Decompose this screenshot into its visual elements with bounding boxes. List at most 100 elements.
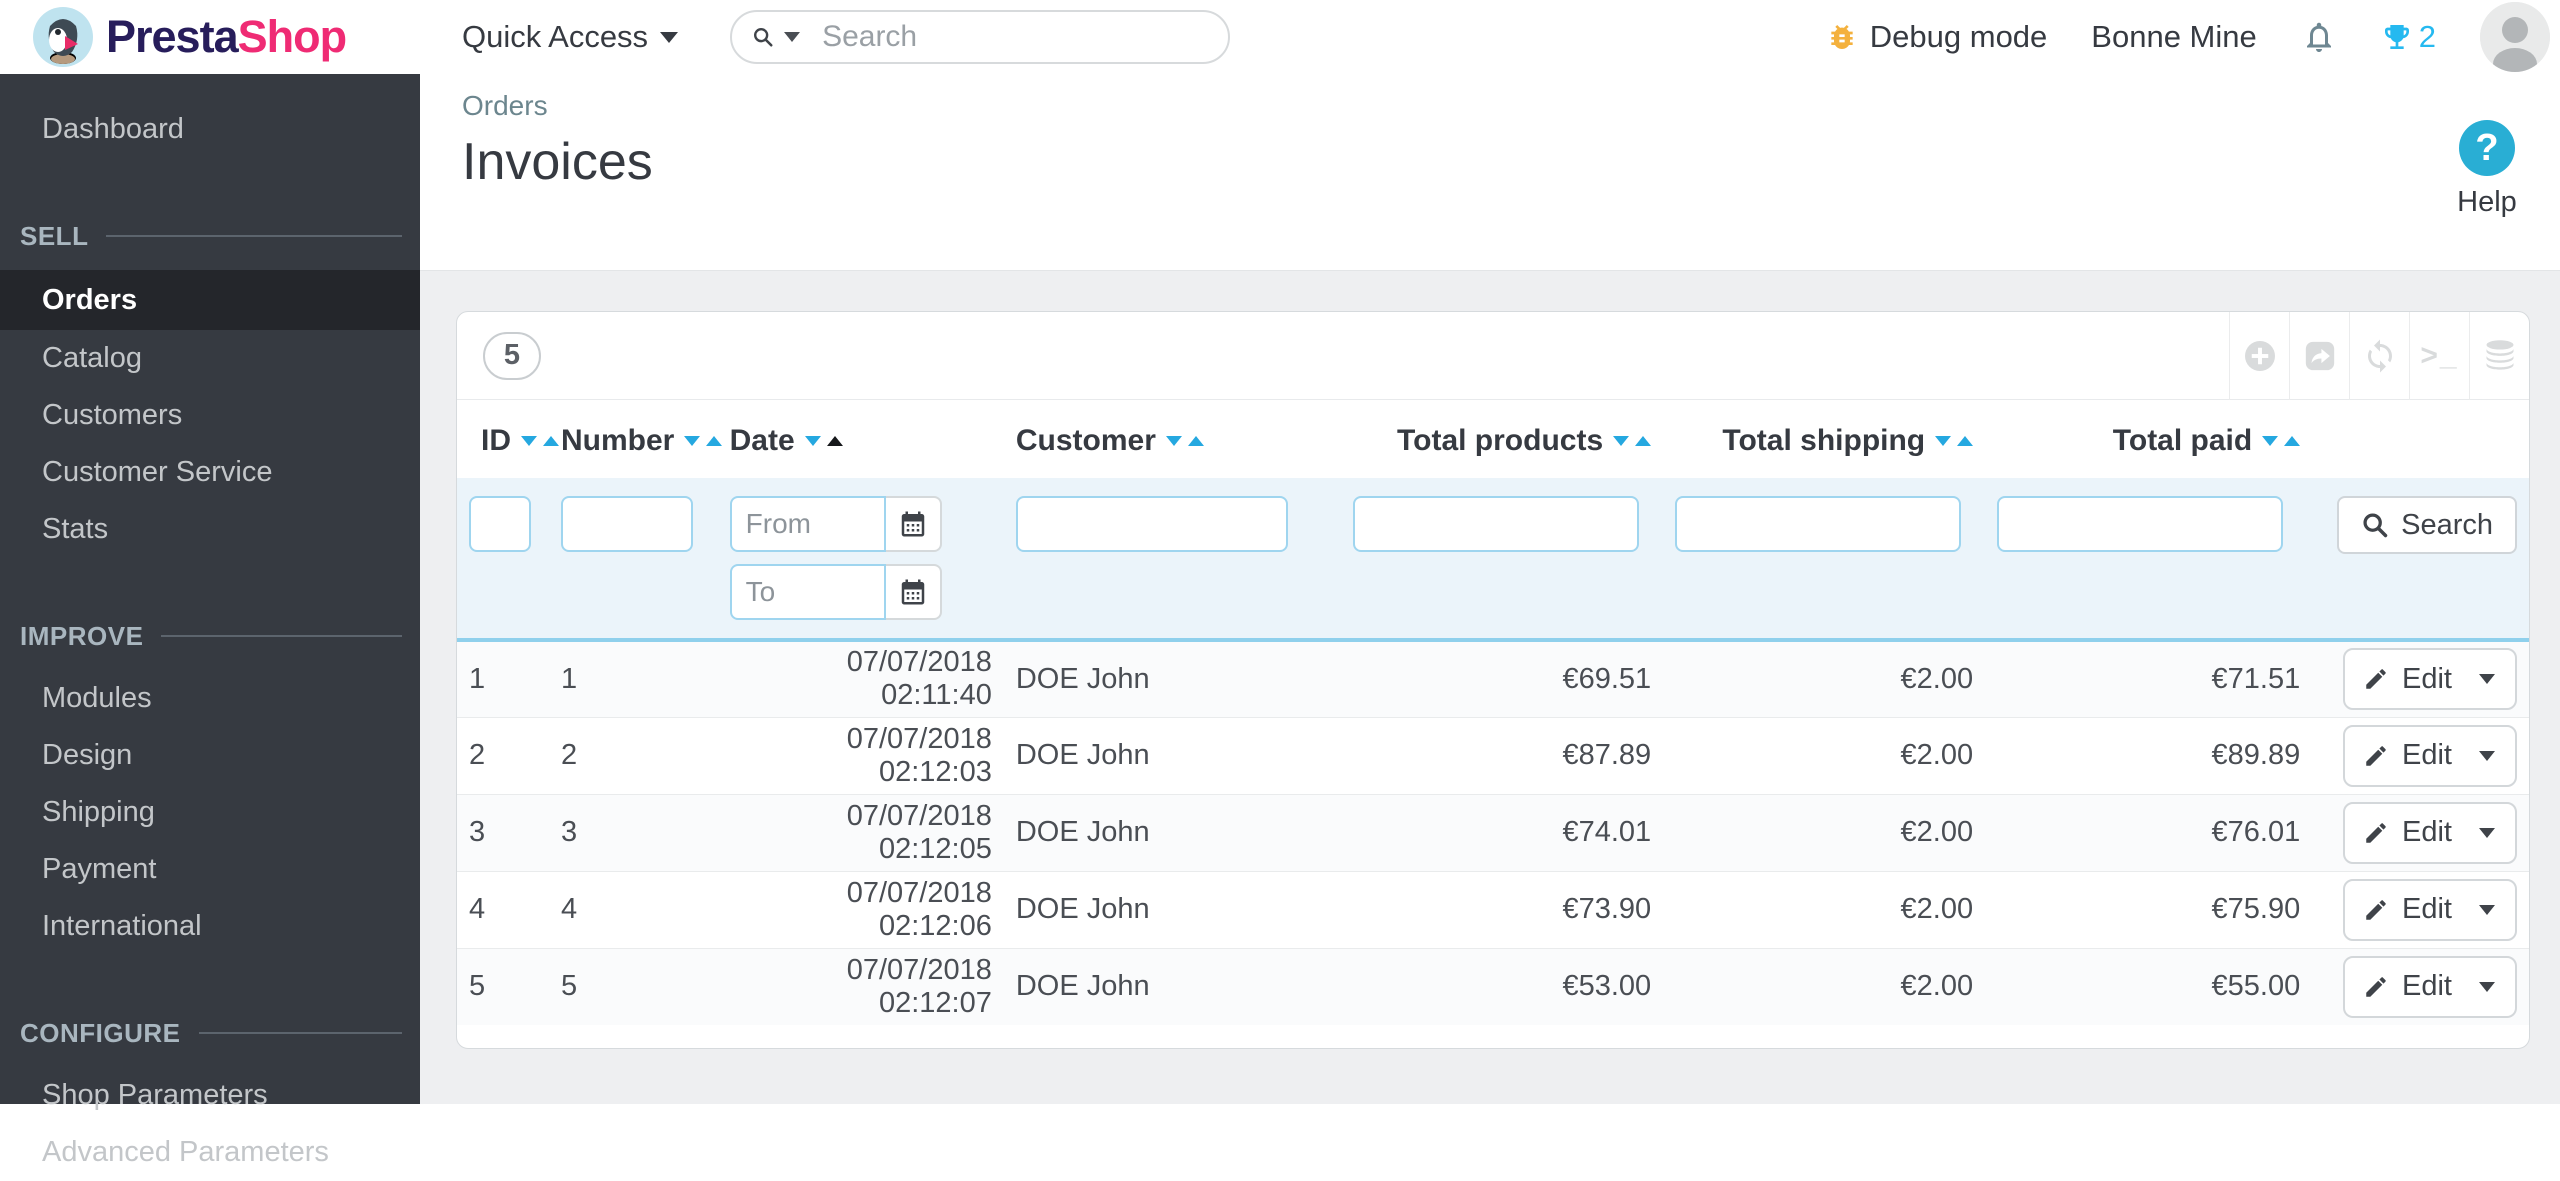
cell-number: 5 (548, 947, 718, 1025)
edit-dropdown-caret-icon[interactable] (2479, 750, 2495, 761)
sidebar-item-stats[interactable]: Stats (0, 501, 420, 558)
cell-number: 3 (548, 793, 718, 871)
sidebar-item-advanced-parameters[interactable]: Advanced Parameters (0, 1124, 420, 1181)
sidebar-item-shipping[interactable]: Shipping (0, 784, 420, 841)
edit-dropdown-caret-icon[interactable] (2479, 674, 2495, 685)
cell-number: 1 (548, 639, 718, 717)
cell-id: 3 (457, 793, 549, 871)
search-scope-caret-icon[interactable] (784, 32, 801, 42)
sidebar-item-payment[interactable]: Payment (0, 841, 420, 898)
edit-button[interactable]: Edit (2343, 878, 2517, 941)
search-button[interactable]: Search (2337, 496, 2517, 554)
cell-total-shipping: €2.00 (1663, 716, 1986, 794)
sidebar-item-orders[interactable]: Orders (0, 270, 420, 330)
show-sql-query-button[interactable]: >_ (2409, 312, 2469, 400)
pencil-icon (2366, 745, 2386, 766)
edit-button[interactable]: Edit (2343, 801, 2517, 864)
filter-date-to-input[interactable] (729, 564, 886, 620)
sidebar-item-customer-service[interactable]: Customer Service (0, 444, 420, 501)
add-new-button[interactable] (2229, 312, 2289, 400)
global-search-bar[interactable] (730, 10, 1231, 64)
shop-name-link[interactable]: Bonne Mine (2091, 19, 2256, 55)
filter-date-from-input[interactable] (729, 496, 886, 552)
edit-dropdown-caret-icon[interactable] (2479, 827, 2495, 838)
quick-access-label: Quick Access (462, 19, 649, 54)
breadcrumb[interactable]: Orders (462, 74, 2560, 122)
date-from-calendar-button[interactable] (885, 496, 942, 552)
column-header-total-shipping[interactable]: Total shipping (1663, 400, 1985, 478)
cell-date: 07/07/2018 02:12:07 (717, 947, 1004, 1025)
column-header-total-products[interactable]: Total products (1341, 400, 1663, 478)
sidebar-item-shop-parameters[interactable]: Shop Parameters (0, 1067, 420, 1124)
sort-arrows-date[interactable] (804, 436, 843, 446)
filter-total-paid-input[interactable] (1997, 496, 2284, 552)
notifications-button[interactable] (2301, 19, 2337, 55)
sort-arrows-total-shipping[interactable] (1935, 436, 1974, 446)
edit-dropdown-caret-icon[interactable] (2479, 981, 2495, 992)
global-search-input[interactable] (822, 20, 1209, 54)
invoices-panel: 5 >_ ID Number Date Customer Total produ… (456, 311, 2530, 1049)
sort-arrows-customer[interactable] (1165, 436, 1204, 446)
sort-asc-icon (543, 436, 559, 446)
filter-total-products-input[interactable] (1353, 496, 1640, 552)
sort-arrows-id[interactable] (521, 436, 559, 446)
cell-total-paid: €89.89 (1985, 716, 2313, 794)
sort-arrows-total-products[interactable] (1613, 436, 1652, 446)
sidebar-item-design[interactable]: Design (0, 727, 420, 784)
terminal-icon: >_ (2420, 338, 2459, 372)
cell-customer: DOE John (1003, 639, 1342, 717)
invoice-row[interactable]: 4 4 07/07/2018 02:12:06 DOE John €73.90 … (457, 870, 2529, 948)
help-label: Help (2457, 186, 2517, 218)
filter-total-shipping-input[interactable] (1675, 496, 1962, 552)
panel-toolbar: >_ (2229, 312, 2529, 400)
sort-arrows-total-paid[interactable] (2262, 436, 2301, 446)
plus-circle-icon (2244, 340, 2275, 371)
cell-customer: DOE John (1003, 870, 1342, 948)
quick-access-dropdown[interactable]: Quick Access (462, 19, 679, 55)
column-header-id[interactable]: ID (457, 400, 559, 478)
top-bar: PrestaShop Quick Access Debug mode Bonne… (0, 0, 2560, 74)
prestashop-logo[interactable]: PrestaShop (0, 6, 420, 68)
user-avatar[interactable] (2480, 2, 2550, 72)
help-button[interactable]: ? Help (2432, 120, 2542, 219)
invoice-row[interactable]: 2 2 07/07/2018 02:12:03 DOE John €87.89 … (457, 716, 2529, 794)
sort-asc-icon-active (826, 436, 843, 446)
column-header-date[interactable]: Date (718, 400, 1004, 478)
sort-desc-icon (1165, 436, 1182, 446)
edit-dropdown-caret-icon[interactable] (2479, 904, 2495, 915)
topbar-right-group: Debug mode Bonne Mine 2 (1826, 2, 2560, 72)
achievements-button[interactable]: 2 (2381, 19, 2436, 55)
cell-total-shipping: €2.00 (1663, 639, 1986, 717)
invoice-row[interactable]: 5 5 07/07/2018 02:12:07 DOE John €53.00 … (457, 947, 2529, 1025)
debug-mode-indicator[interactable]: Debug mode (1826, 19, 2047, 55)
sidebar-section-improve: IMPROVE (0, 614, 420, 658)
sidebar-item-catalog[interactable]: Catalog (0, 330, 420, 387)
sort-asc-icon (1635, 436, 1652, 446)
column-header-total-paid[interactable]: Total paid (1985, 400, 2312, 478)
edit-button[interactable]: Edit (2343, 955, 2517, 1018)
column-header-number[interactable]: Number (549, 400, 723, 478)
date-to-calendar-button[interactable] (885, 564, 942, 620)
edit-button[interactable]: Edit (2343, 648, 2517, 711)
prestashop-admin-screen: PrestaShop Quick Access Debug mode Bonne… (0, 0, 2560, 1168)
sidebar-item-dashboard[interactable]: Dashboard (0, 101, 420, 158)
invoice-row[interactable]: 1 1 07/07/2018 02:11:40 DOE John €69.51 … (457, 639, 2529, 717)
sidebar-item-modules[interactable]: Modules (0, 670, 420, 727)
edit-button[interactable]: Edit (2343, 724, 2517, 787)
sort-arrows-number[interactable] (684, 436, 723, 446)
sidebar-item-customers[interactable]: Customers (0, 387, 420, 444)
record-count-badge: 5 (483, 331, 541, 380)
filter-id-input[interactable] (469, 496, 531, 552)
refresh-button[interactable] (2349, 312, 2409, 400)
filter-customer-input[interactable] (1015, 496, 1288, 552)
invoices-table: ID Number Date Customer Total products T… (457, 400, 2529, 1025)
achievement-count: 2 (2418, 19, 2436, 54)
invoice-row[interactable]: 3 3 07/07/2018 02:12:05 DOE John €74.01 … (457, 793, 2529, 871)
filter-number-input[interactable] (560, 496, 693, 552)
sidebar-item-international[interactable]: International (0, 898, 420, 955)
cell-date: 07/07/2018 02:11:40 (717, 639, 1004, 717)
column-header-customer[interactable]: Customer (1004, 400, 1341, 478)
sort-asc-icon (706, 436, 723, 446)
sql-manager-button[interactable] (2469, 312, 2529, 400)
export-button[interactable] (2289, 312, 2349, 400)
